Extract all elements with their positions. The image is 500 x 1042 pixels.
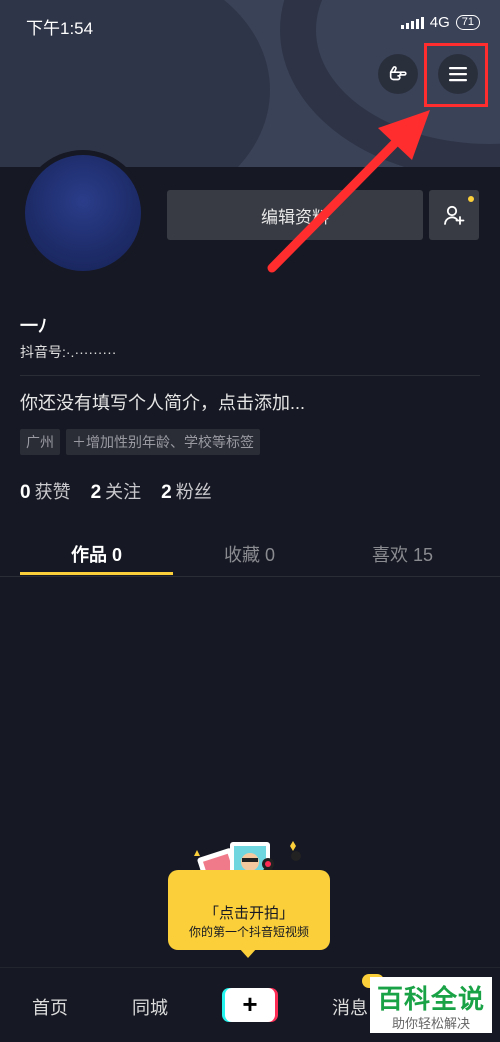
profile-stats: 0 获赞 2 关注 2 粉丝 — [20, 478, 212, 504]
stat-label: 粉丝 — [175, 482, 212, 502]
stat-label: 关注 — [105, 482, 142, 502]
watermark-logo: 百科全说 助你轻松解决 — [370, 977, 492, 1033]
red-arrow-annotation — [267, 110, 430, 273]
active-tab-indicator — [20, 572, 173, 575]
username: 一ﾉ — [20, 316, 47, 336]
add-tags-button[interactable]: ＋增加性别年龄、学校等标签 — [66, 429, 260, 455]
stat-following[interactable]: 2 关注 — [91, 478, 142, 504]
douyin-id: 抖音号:·.········· — [20, 344, 117, 360]
tab-favorites[interactable]: 收藏 0 — [173, 541, 326, 567]
plus-icon: + — [225, 988, 275, 1022]
nav-nearby[interactable]: 同城 — [132, 994, 168, 1020]
tabs-divider — [0, 576, 500, 577]
watermark-subtitle: 助你轻松解决 — [391, 1016, 470, 1031]
stat-label: 获赞 — [34, 482, 71, 502]
bio-text[interactable]: 你还没有填写个人简介，点击添加... — [20, 389, 305, 415]
nav-messages[interactable]: 消息 — [332, 994, 368, 1020]
watermark-title: 百科全说 — [376, 984, 485, 1014]
stat-followers[interactable]: 2 粉丝 — [161, 478, 212, 504]
content-tabs: 作品 0 收藏 0 喜欢 15 — [0, 535, 500, 577]
stat-count: 2 — [90, 482, 102, 503]
profile-tags: 广州 ＋增加性别年龄、学校等标签 — [20, 429, 260, 455]
tooltip-title: 「点击开拍」 — [203, 905, 294, 922]
tab-works[interactable]: 作品 0 — [20, 541, 173, 567]
location-tag[interactable]: 广州 — [20, 429, 60, 455]
stat-count: 0 — [20, 482, 31, 503]
nav-home[interactable]: 首页 — [32, 994, 68, 1020]
stat-count: 2 — [161, 482, 172, 503]
profile-divider — [20, 375, 480, 376]
create-button[interactable]: + — [222, 988, 278, 1022]
stat-likes[interactable]: 0 获赞 — [20, 478, 71, 504]
create-video-tooltip[interactable]: 「点击开拍」 你的第一个抖音短视频 — [168, 870, 330, 950]
tab-likes[interactable]: 喜欢 15 — [326, 541, 479, 567]
tooltip-tail — [239, 948, 257, 958]
tooltip-subtitle: 你的第一个抖音短视频 — [188, 925, 309, 939]
